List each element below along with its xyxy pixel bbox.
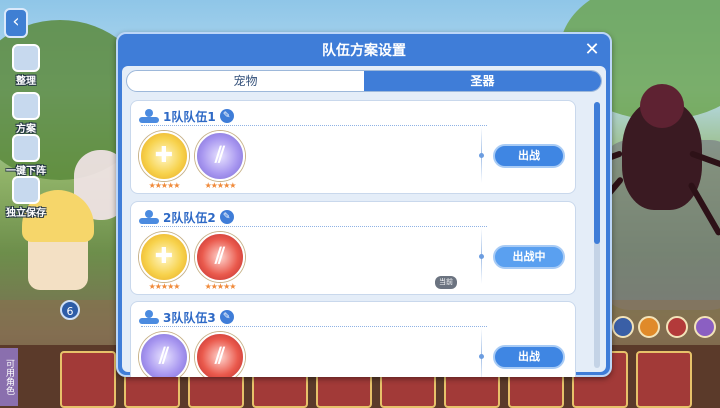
sort-icon [12, 44, 40, 72]
character-card[interactable] [636, 351, 692, 408]
save-icon [12, 176, 40, 204]
team-members-icon [139, 210, 159, 224]
relic-slot[interactable]: ✚ [139, 232, 189, 282]
element-icon[interactable] [694, 316, 716, 338]
relic-stars: ★★★★★ [204, 181, 237, 190]
remove-all-label: 一键下阵 [6, 166, 46, 177]
dotted-divider [141, 226, 487, 227]
relic-slot[interactable]: ✚ [139, 131, 189, 181]
element-icon[interactable] [638, 316, 660, 338]
spider-boss-head [640, 84, 684, 128]
holy-cross-icon: ✚ [154, 143, 174, 168]
deploy-button[interactable]: 出战 [493, 144, 565, 168]
in-battle-button[interactable]: 出战中 [493, 245, 565, 269]
team-card: 1队队伍1 ✎ ✚ ★★★★★ ⫽ ★★★★★ 出战 [130, 100, 576, 194]
team-card: 3队队伍3 ✎ ⫽ ⫽ 出战 [130, 301, 576, 377]
sort-label: 整理 [16, 76, 36, 87]
team-name: 2队队伍2 [163, 210, 216, 225]
dotted-divider [141, 125, 487, 126]
character-card[interactable] [60, 351, 116, 408]
team-members-icon [139, 109, 159, 123]
divider-dot [479, 153, 484, 158]
remove-all-button[interactable]: 一键下阵 [0, 134, 52, 177]
relic-slot[interactable]: ⫽ [139, 332, 189, 377]
team-list: 1队队伍1 ✎ ✚ ★★★★★ ⫽ ★★★★★ 出战 2队队伍2 ✎ ✚ ★★★… [116, 0, 596, 377]
relic-stars: ★★★★★ [148, 181, 181, 190]
team-members-icon [139, 310, 159, 324]
card-divider [481, 328, 482, 377]
team-header: 3队队伍3 ✎ [139, 308, 234, 326]
claw-slash-icon: ⫽ [215, 143, 225, 168]
available-characters-tag[interactable]: 可用角色 [0, 348, 18, 406]
element-icon[interactable] [666, 316, 688, 338]
holy-cross-icon: ✚ [154, 244, 174, 269]
edit-name-icon[interactable]: ✎ [219, 109, 234, 123]
deploy-button[interactable]: 出战 [493, 345, 565, 369]
team-name: 3队队伍3 [163, 310, 216, 325]
position-number: 6 [60, 300, 80, 320]
dotted-divider [141, 326, 487, 327]
fire-claw-icon: ⫽ [215, 244, 225, 269]
plan-button[interactable]: 方案 [0, 92, 52, 135]
edit-name-icon[interactable]: ✎ [219, 210, 234, 224]
team-card: 2队队伍2 ✎ ✚ ★★★★★ ⫽ ★★★★★ 当前 出战中 [130, 201, 576, 295]
relic-stars: ★★★★★ [148, 282, 181, 291]
relic-stars: ★★★★★ [204, 282, 237, 291]
sort-button[interactable]: 整理 [0, 44, 52, 87]
team-header: 1队队伍1 ✎ [139, 107, 234, 125]
team-name: 1队队伍1 [163, 109, 216, 124]
back-button[interactable]: ‹ [4, 8, 28, 38]
plan-icon [12, 92, 40, 120]
divider-dot [479, 354, 484, 359]
element-icon[interactable] [612, 316, 634, 338]
relic-slot[interactable]: ⫽ [195, 131, 245, 181]
remove-all-icon [12, 134, 40, 162]
fire-claw-icon: ⫽ [215, 344, 225, 369]
plan-label: 方案 [16, 124, 36, 135]
current-badge: 当前 [435, 276, 457, 289]
claw-slash-icon: ⫽ [159, 344, 169, 369]
relic-slot[interactable]: ⫽ [195, 232, 245, 282]
edit-name-icon[interactable]: ✎ [219, 310, 234, 324]
divider-dot [479, 254, 484, 259]
team-header: 2队队伍2 ✎ [139, 208, 234, 226]
save-separately-label: 独立保存 [6, 208, 46, 219]
relic-slot[interactable]: ⫽ [195, 332, 245, 377]
save-separately-button[interactable]: 独立保存 [0, 176, 52, 219]
